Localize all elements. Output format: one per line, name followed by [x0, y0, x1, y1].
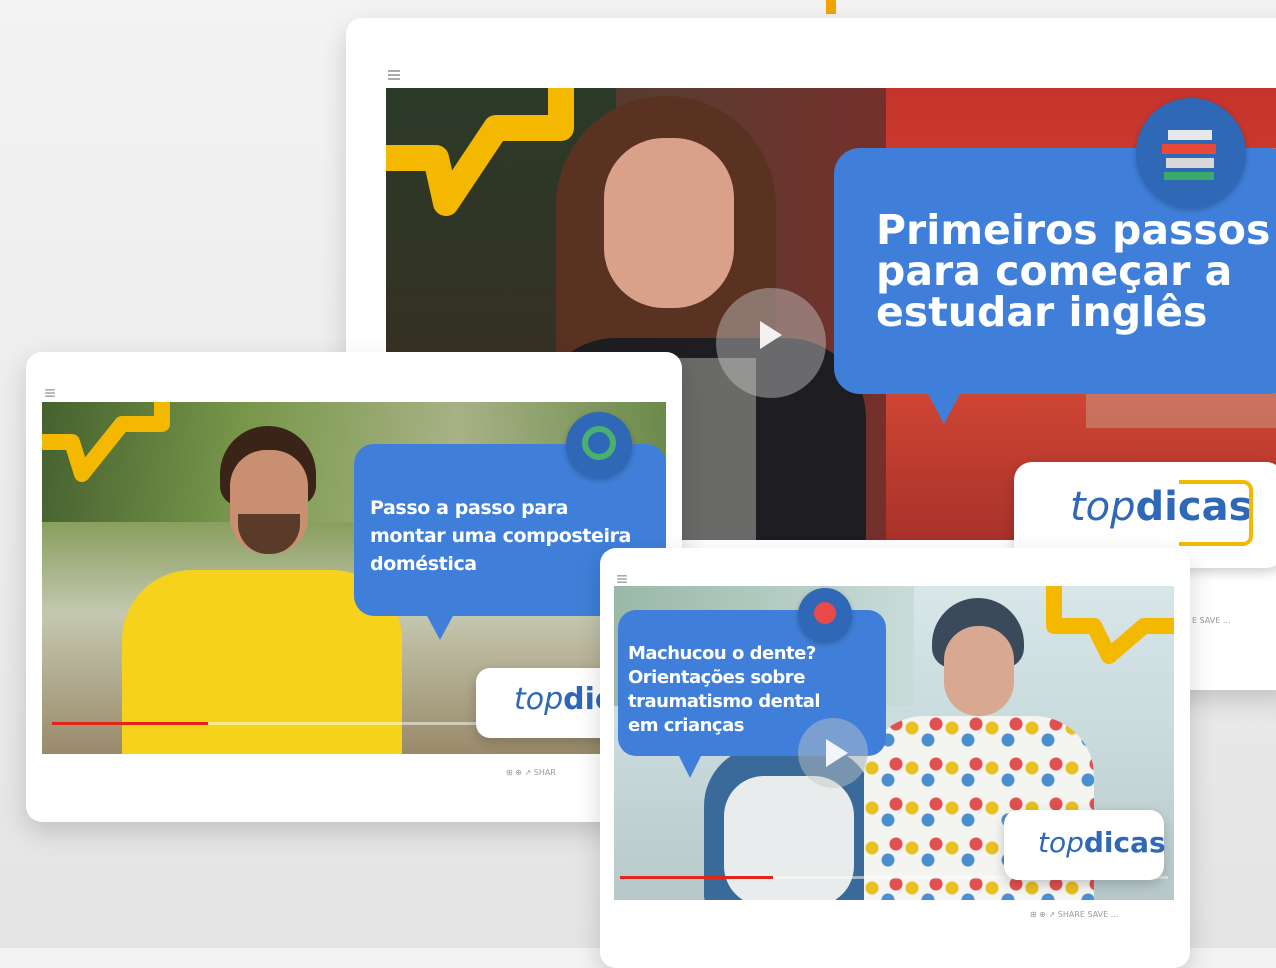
logo-dicas-text: dicas: [1083, 826, 1166, 859]
video-controls[interactable]: E SAVE ...: [1192, 616, 1230, 625]
video-title: Machucou o dente? Orientações sobre trau…: [628, 643, 821, 736]
progress-bar-fill: [620, 876, 774, 879]
bubble-tail: [926, 390, 962, 424]
play-button[interactable]: [716, 288, 826, 398]
menu-icon[interactable]: [45, 389, 55, 397]
books-icon: [1136, 98, 1246, 208]
yellow-brand-shape: [42, 402, 170, 482]
progress-bar-fill: [52, 722, 208, 725]
yellow-brand-shape: [386, 88, 574, 216]
bubble-tail: [678, 754, 702, 778]
menu-icon[interactable]: [617, 575, 627, 583]
video-controls[interactable]: ⊞ ⊕ ↗ SHARE SAVE ...: [1030, 910, 1118, 919]
logo-speech-frame: [1179, 480, 1253, 546]
video-title: Primeiros passos para começar a estudar …: [876, 206, 1271, 336]
topdicas-logo: topdicas: [1004, 810, 1166, 880]
presenter-face: [944, 626, 1014, 716]
video-title: Passo a passo para montar uma composteir…: [370, 497, 631, 575]
recycle-icon: [566, 412, 632, 478]
logo-top-text: top: [514, 682, 564, 717]
tooth-icon: [798, 588, 852, 642]
bubble-tail: [426, 614, 454, 640]
logo-top-text: top: [1070, 484, 1136, 530]
video-card-dente[interactable]: Machucou o dente? Orientações sobre trau…: [600, 548, 1190, 968]
presenter-face: [604, 138, 734, 308]
menu-icon[interactable]: [388, 70, 400, 80]
background-accent: [826, 0, 836, 14]
play-button[interactable]: [798, 718, 868, 788]
dental-chair-seat: [724, 776, 854, 900]
video-card-composteira[interactable]: Passo a passo para montar uma composteir…: [26, 352, 682, 822]
yellow-brand-shape: [1046, 586, 1174, 664]
video-controls[interactable]: ⊞ ⊕ ↗ SHAR: [506, 768, 556, 777]
logo-top-text: top: [1038, 826, 1084, 859]
